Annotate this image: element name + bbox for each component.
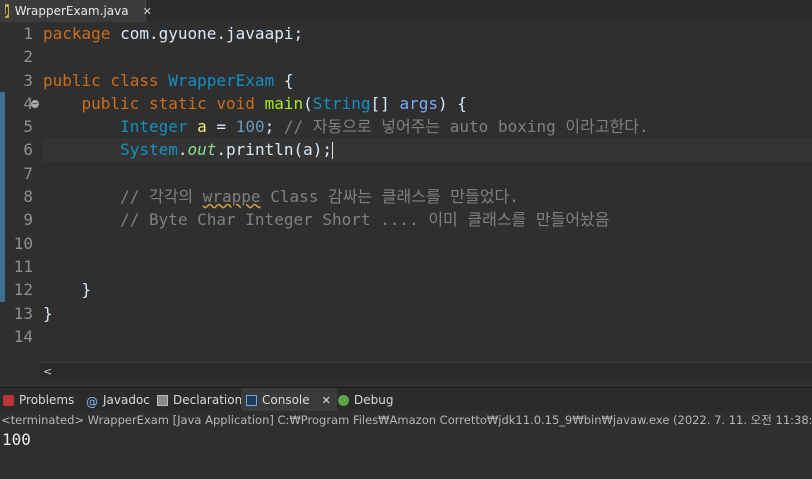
code-line-1: package com.gyuone.javaapi; (43, 22, 812, 45)
code-line-4: public static void main(String[] args) { (43, 92, 812, 115)
line-number: 4 (23, 93, 33, 113)
close-icon[interactable]: ✕ (143, 5, 152, 18)
line-number: 12 (13, 280, 33, 300)
debug-icon (338, 394, 349, 406)
line-number: 1 (23, 24, 33, 43)
text-caret (332, 142, 333, 160)
code-line-8: // 각각의 wrappe Class 감싸는 클래스를 만들었다. (43, 185, 812, 208)
method-name: main (264, 93, 304, 113)
code-line-9: // Byte Char Integer Short .... 이미 클래스를 … (43, 208, 812, 231)
editor-tab-bar: J WrapperExam.java ✕ (0, 0, 812, 23)
static-field: out (187, 140, 217, 160)
scroll-left-icon[interactable]: < (43, 363, 52, 380)
fold-collapse-icon[interactable]: − (31, 100, 39, 108)
class-name: System (120, 140, 178, 160)
code-text: [] (370, 93, 400, 113)
code-line-13: } (43, 302, 812, 325)
code-line-12: } (43, 278, 812, 301)
editor-tab-label: WrapperExam.java (14, 4, 129, 18)
code-text: . (177, 140, 188, 160)
console-status-line: <terminated> WrapperExam [Java Applicati… (0, 411, 812, 429)
line-number: 7 (23, 163, 33, 183)
code-line-3: public class WrapperExam { (43, 69, 812, 92)
line-number: 11 (13, 256, 33, 276)
keyword: public static void (81, 93, 255, 113)
declaration-icon (157, 394, 168, 406)
problems-icon (3, 394, 14, 406)
keyword: public class (43, 70, 159, 90)
code-text: ( (303, 93, 313, 113)
class-name: WrapperExam (168, 70, 275, 90)
editor-tab-wrapperexam[interactable]: J WrapperExam.java ✕ (0, 0, 152, 22)
line-number: 5 (23, 117, 33, 137)
console-icon (246, 394, 257, 406)
line-number: 6 (23, 140, 33, 160)
code-lines[interactable]: package com.gyuone.javaapi; public class… (43, 22, 812, 348)
comment: // 각각의 (120, 187, 203, 207)
tab-label: Javadoc (103, 393, 150, 407)
tab-label: Console (262, 393, 310, 407)
line-numbers: 1 2 3 4 5 6 7 8 9 10 11 12 13 14 (0, 22, 33, 348)
java-file-icon: J (5, 4, 9, 18)
console-output-line: 100 (2, 430, 31, 449)
code-text: } (81, 280, 92, 300)
code-text: { (274, 70, 294, 90)
line-number: 9 (23, 210, 33, 230)
close-icon[interactable]: ✕ (322, 394, 331, 407)
tab-console[interactable]: Console ✕ (241, 388, 337, 412)
tab-label: Declaration (173, 393, 243, 407)
tab-problems[interactable]: Problems (3, 388, 74, 412)
code-text: = (206, 117, 236, 137)
line-number: 8 (23, 187, 33, 207)
code-text: } (43, 303, 53, 323)
spelling-warning[interactable]: wrappe (203, 187, 261, 206)
comment: // 자동으로 넣어주는 auto boxing 이라고한다. (283, 117, 649, 137)
tab-label: Debug (354, 393, 394, 407)
code-line-5: Integer a = 100; // 자동으로 넣어주는 auto boxin… (43, 115, 812, 138)
console-output[interactable]: 100 (0, 429, 812, 479)
keyword: package (43, 24, 111, 43)
tab-label: Problems (19, 393, 75, 407)
code-editor[interactable]: 1 2 3 4 5 6 7 8 9 10 11 12 13 14 − packa… (0, 22, 812, 362)
panel-tab-bar: Problems @ Javadoc Declaration Console ✕… (0, 387, 812, 413)
code-text: com.gyuone.javaapi; (110, 24, 304, 43)
number-literal: 100 (235, 117, 265, 137)
comment: // Byte Char Integer Short .... 이미 클래스를 … (120, 210, 610, 230)
comment: Class 감싸는 클래스를 만들었다. (260, 187, 519, 207)
code-line-6: System.out.println(a); (43, 138, 812, 162)
tab-javadoc[interactable]: @ Javadoc (86, 388, 150, 412)
line-number: 2 (23, 47, 33, 67)
line-number: 3 (23, 70, 33, 90)
line-number: 14 (13, 326, 33, 346)
tab-declaration[interactable]: Declaration (157, 388, 242, 412)
horizontal-scrollbar[interactable]: < (40, 362, 812, 381)
javadoc-icon: @ (86, 394, 98, 409)
line-number: 13 (13, 303, 33, 323)
line-number: 10 (13, 233, 33, 253)
tab-debug[interactable]: Debug (338, 388, 393, 412)
type-name: Integer (120, 117, 188, 137)
code-text: .println(a); (216, 140, 332, 160)
parameter-name: args (399, 93, 438, 113)
type-name: String (312, 93, 371, 113)
code-text: ) { (437, 93, 467, 113)
code-text: ; (264, 117, 284, 137)
variable-name: a (197, 117, 207, 137)
